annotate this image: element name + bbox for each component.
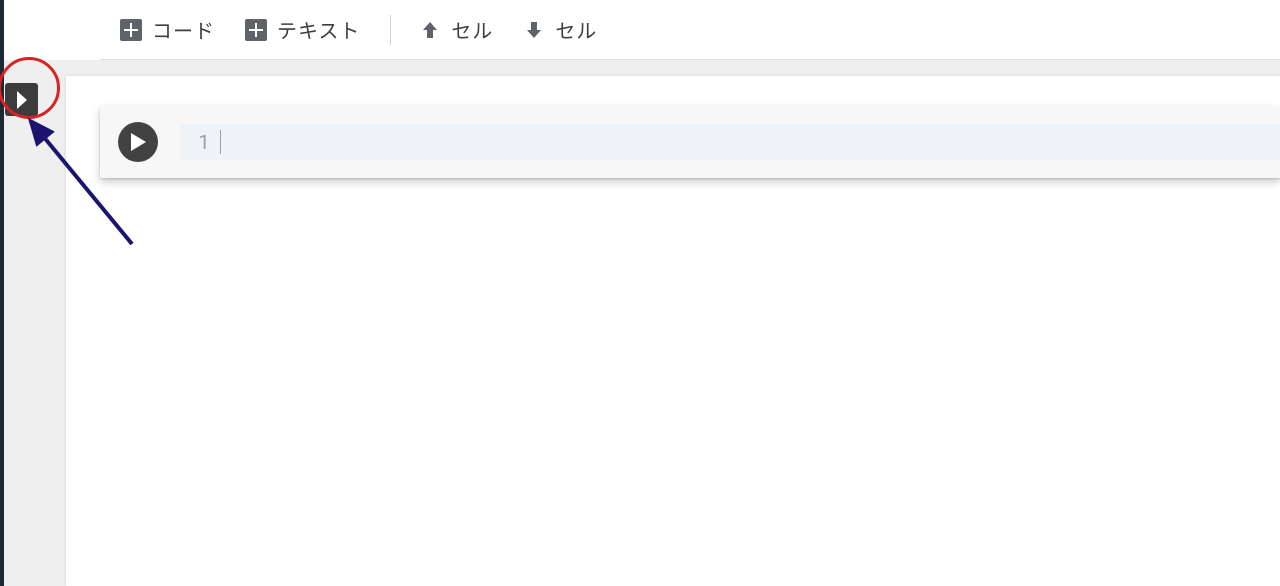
code-cell[interactable]: 1 [100,106,1280,178]
add-code-cell-button[interactable]: コード [114,11,221,48]
arrow-down-icon [523,19,545,41]
move-down-label: セル [555,15,597,44]
move-up-label: セル [451,15,493,44]
add-text-label: テキスト [277,15,360,44]
add-code-label: コード [152,15,215,44]
move-cell-up-button[interactable]: セル [413,11,499,48]
code-editor[interactable]: 1 [180,124,1280,160]
move-cell-down-button[interactable]: セル [517,11,603,48]
plus-icon [245,19,267,41]
text-cursor [220,130,221,154]
arrow-up-icon [419,19,441,41]
left-rail [4,60,66,586]
play-icon [130,133,146,151]
plus-icon [120,19,142,41]
chevron-right-icon [15,90,29,110]
run-cell-button[interactable] [118,122,158,162]
expand-sidebar-button[interactable] [5,83,38,116]
line-number: 1 [180,129,220,155]
header-toolbar: コード テキスト セル セル [100,0,1280,60]
toolbar-separator [390,15,391,45]
add-text-cell-button[interactable]: テキスト [239,11,366,48]
